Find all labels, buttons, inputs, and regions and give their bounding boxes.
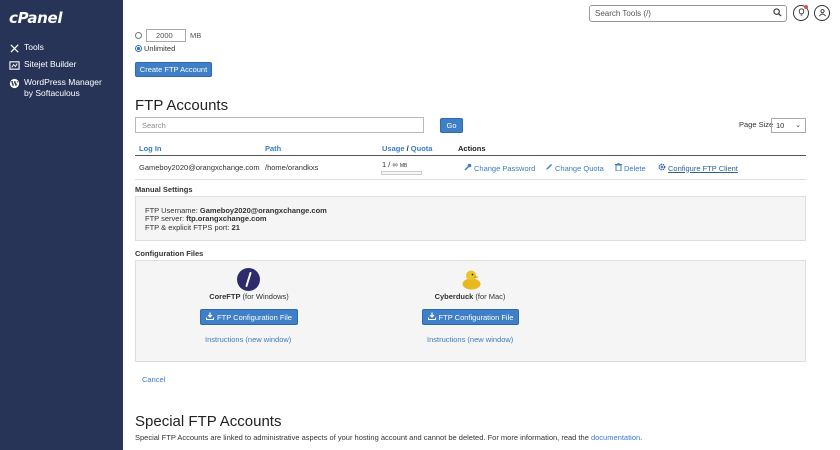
pencil-icon [545,163,553,173]
search-icon[interactable] [773,8,782,19]
page-size-select[interactable]: 10 ⌄ [771,118,806,133]
column-path[interactable]: Path [265,144,281,153]
cyberduck-instructions-link[interactable]: Instructions (new window) [427,335,513,344]
coreftp-logo-icon [237,268,260,291]
sidebar-item-label: Sitejet Builder [24,59,77,69]
column-usage-quota: Usage / Quota [382,144,432,153]
row-usage-value: 1 / ∞ [382,160,398,169]
column-actions: Actions [458,144,486,153]
sitejet-icon [8,59,20,71]
special-ftp-accounts-title: Special FTP Accounts [135,413,282,430]
bell-icon [798,8,805,18]
page-size-value: 10 [776,121,785,130]
download-icon [427,312,436,322]
coreftp-config-button[interactable]: FTP Configuration File [200,309,298,325]
quota-input[interactable]: 2000 [146,29,186,42]
ftp-server-value: ftp.orangxchange.com [186,214,267,223]
download-icon [206,312,215,322]
trash-icon [615,163,622,173]
column-login[interactable]: Log In [139,144,162,153]
sidebar-item-sublabel: by Softaculous [24,88,80,98]
table-row-divider [135,179,806,180]
config-files-title: Configuration Files [135,249,204,258]
quota-unit: MB [190,31,202,40]
ftp-port-line: FTP & explicit FTPS port: 21 [145,223,240,232]
search-tools-placeholder: Search Tools (/) [595,9,651,18]
cpanel-logo[interactable]: cPanel [9,9,63,27]
cyberduck-logo-icon [460,268,483,291]
svg-text:W: W [9,79,18,87]
manual-settings-title: Manual Settings [135,185,193,194]
ftp-port-value: 21 [231,223,240,232]
tools-icon [8,42,20,54]
ftp-search-placeholder: Search [142,121,166,130]
quota-unlimited-radio[interactable] [135,45,142,52]
special-ftp-description: Special FTP Accounts are linked to admin… [135,433,643,442]
page-size-label: Page Size [739,120,774,129]
sidebar-item-sitejet[interactable]: Sitejet Builder [8,59,76,71]
quota-limited-radio[interactable] [135,32,142,39]
chevron-down-icon: ⌄ [795,122,801,129]
change-password-link[interactable]: Change Password [464,163,535,173]
quota-unlimited-label: Unlimited [144,44,176,53]
coreftp-instructions-link[interactable]: Instructions (new window) [205,335,291,344]
row-usage: 1 / ∞ MB [382,160,407,169]
ftp-search-input[interactable]: Search [135,117,424,133]
sidebar-item-tools[interactable]: Tools [8,42,44,54]
key-icon [464,163,472,173]
change-quota-link[interactable]: Change Quota [545,163,604,173]
coreftp-name: CoreFTP (for Windows) [209,292,289,301]
documentation-link[interactable]: documentation [591,433,640,442]
gear-icon [658,163,666,173]
cyberduck-config-button[interactable]: FTP Configuration File [422,309,519,325]
delete-link[interactable]: Delete [615,163,646,173]
search-tools-input[interactable]: Search Tools (/) [589,5,787,22]
notification-dot [804,5,808,9]
quota-unlimited-row: Unlimited [135,44,175,53]
configure-ftp-client-link[interactable]: Configure FTP Client [658,163,738,173]
usage-progress-bar [381,171,422,175]
ftp-accounts-title: FTP Accounts [135,97,229,114]
go-button[interactable]: Go [440,118,463,133]
quota-limit-row: 2000 MB [135,29,201,42]
ftp-server-line: FTP server: ftp.orangxchange.com [145,214,267,223]
create-ftp-account-button[interactable]: Create FTP Account [135,62,212,77]
sidebar-item-wordpress[interactable]: W WordPress Manager by Softaculous [8,77,102,99]
row-login: Gameboy2020@orangxchange.com [139,163,260,172]
cyberduck-name: Cyberduck (for Mac) [434,292,506,301]
column-usage[interactable]: Usage [382,144,405,153]
row-path: /home/orandkxs [265,163,319,172]
cancel-link[interactable]: Cancel [142,375,165,384]
row-usage-unit: MB [399,163,408,169]
sidebar-item-label: WordPress Manager [24,77,102,87]
wordpress-icon: W [8,77,20,89]
column-quota[interactable]: Quota [411,144,433,153]
user-icon [818,8,827,19]
sidebar: cPanel Tools Sitejet Builder W WordPress… [0,0,123,450]
sidebar-item-label: Tools [24,42,44,52]
user-menu-button[interactable] [814,5,830,21]
table-header-divider [135,155,806,156]
